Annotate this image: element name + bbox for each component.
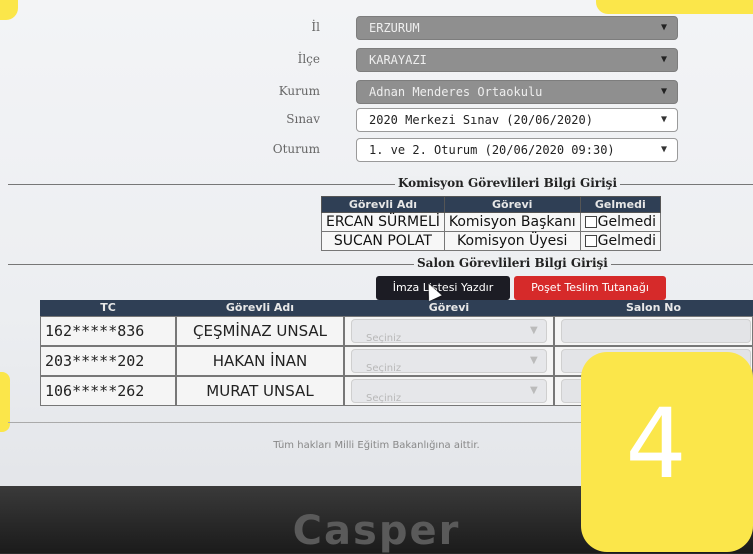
- yellow-edge-left: [0, 372, 10, 432]
- komisyon-header-row: Görevli Adı Görevi Gelmedi: [321, 196, 662, 213]
- komisyon-fieldset-border: [8, 184, 753, 185]
- chevron-down-icon: ▼: [530, 385, 538, 396]
- salon-header-name: Görevli Adı: [176, 300, 344, 316]
- salon-fieldset-border: [8, 264, 753, 265]
- sinav-select[interactable]: 2020 Merkezi Sınav (20/06/2020) ▼: [356, 108, 678, 132]
- oturum-value: 1. ve 2. Oturum (20/06/2020 09:30): [369, 143, 615, 157]
- gelmedi-checkbox[interactable]: [584, 235, 597, 247]
- chevron-down-icon: ▼: [661, 86, 668, 97]
- salon-no-cell: [554, 316, 753, 346]
- salon-tc: 162*****836: [40, 316, 176, 346]
- gelmedi-checkbox-cell[interactable]: Gelmedi: [579, 231, 662, 251]
- ilce-select[interactable]: KARAYAZI ▼: [356, 48, 678, 72]
- komisyon-header-name: Görevli Adı: [321, 196, 445, 213]
- il-label: İl: [311, 20, 320, 34]
- kurum-value: Adnan Menderes Ortaokulu: [369, 85, 543, 99]
- gorevi-select-value: Seçiniz: [366, 393, 402, 404]
- salon-member-name: ÇEŞMİNAZ UNSAL: [176, 316, 344, 346]
- salon-gorevi-cell: Seçiniz ▼: [344, 316, 554, 346]
- filter-row-ilce: İlçe KARAYAZI ▼: [0, 48, 753, 74]
- il-value: ERZURUM: [369, 21, 420, 35]
- badge-number: 4: [625, 388, 687, 500]
- komisyon-member-name: ERCAN SÜRMELİ: [321, 212, 445, 232]
- komisyon-member-role: Komisyon Başkanı: [443, 212, 581, 232]
- oturum-select[interactable]: 1. ve 2. Oturum (20/06/2020 09:30) ▼: [356, 138, 678, 162]
- gorevi-select-value: Seçiniz: [366, 363, 402, 374]
- filter-row-kurum: Kurum Adnan Menderes Ortaokulu ▼: [0, 80, 753, 106]
- salon-tc: 106*****262: [40, 376, 176, 406]
- salon-member-name: HAKAN İNAN: [176, 346, 344, 376]
- komisyon-legend: Komisyon Görevlileri Bilgi Girişi: [395, 176, 620, 190]
- gelmedi-label: Gelmedi: [597, 233, 656, 249]
- imza-listesi-yazdir-button[interactable]: İmza Listesi Yazdır: [376, 276, 510, 300]
- komisyon-table: Görevli Adı Görevi Gelmedi ERCAN SÜRMELİ…: [321, 196, 662, 251]
- gelmedi-checkbox-cell[interactable]: Gelmedi: [579, 212, 662, 232]
- salon-legend: Salon Görevlileri Bilgi Girişi: [414, 256, 611, 270]
- gorevi-select[interactable]: Seçiniz ▼: [351, 379, 547, 404]
- sinav-label: Sınav: [286, 112, 320, 126]
- ilce-value: KARAYAZI: [369, 53, 427, 67]
- il-select[interactable]: ERZURUM ▼: [356, 16, 678, 40]
- salon-member-name: MURAT UNSAL: [176, 376, 344, 406]
- kurum-label: Kurum: [278, 84, 320, 98]
- gelmedi-label: Gelmedi: [597, 214, 656, 230]
- gelmedi-checkbox[interactable]: [584, 216, 597, 228]
- chevron-down-icon: ▼: [661, 22, 668, 33]
- komisyon-member-role: Komisyon Üyesi: [443, 231, 581, 251]
- komisyon-header-absent: Gelmedi: [579, 196, 662, 213]
- komisyon-member-name: SUCAN POLAT: [321, 231, 445, 251]
- chevron-down-icon: ▼: [530, 355, 538, 366]
- poset-teslim-tutanagi-button[interactable]: Poşet Teslim Tutanağı: [514, 276, 666, 300]
- salon-no-input[interactable]: [561, 319, 751, 343]
- table-row: SUCAN POLAT Komisyon Üyesi Gelmedi: [321, 231, 662, 251]
- ilce-label: İlçe: [297, 52, 320, 66]
- table-row: ERCAN SÜRMELİ Komisyon Başkanı Gelmedi: [321, 212, 662, 232]
- oturum-label: Oturum: [272, 142, 320, 156]
- salon-header-tc: TC: [40, 300, 176, 316]
- gorevi-select[interactable]: Seçiniz ▼: [351, 319, 547, 344]
- sinav-value: 2020 Merkezi Sınav (20/06/2020): [369, 113, 593, 127]
- kurum-select[interactable]: Adnan Menderes Ortaokulu ▼: [356, 80, 678, 104]
- gorevi-select[interactable]: Seçiniz ▼: [351, 349, 547, 374]
- salon-tc: 203*****202: [40, 346, 176, 376]
- chevron-down-icon: ▼: [661, 114, 668, 125]
- chevron-down-icon: ▼: [661, 54, 668, 65]
- salon-gorevi-cell: Seçiniz ▼: [344, 346, 554, 376]
- filter-row-oturum: Oturum 1. ve 2. Oturum (20/06/2020 09:30…: [0, 138, 753, 164]
- filter-row-sinav: Sınav 2020 Merkezi Sınav (20/06/2020) ▼: [0, 108, 753, 134]
- filter-row-il: İl ERZURUM ▼: [0, 16, 753, 42]
- yellow-corner-top-right: [596, 0, 753, 14]
- gorevi-select-value: Seçiniz: [366, 333, 402, 344]
- chevron-down-icon: ▼: [530, 325, 538, 336]
- salon-header-gorevi: Görevi: [344, 300, 554, 316]
- salon-header-salon-no: Salon No: [554, 300, 753, 316]
- number-badge: 4: [581, 352, 753, 552]
- komisyon-header-role: Görevi: [443, 196, 581, 213]
- salon-gorevi-cell: Seçiniz ▼: [344, 376, 554, 406]
- chevron-down-icon: ▼: [661, 144, 668, 155]
